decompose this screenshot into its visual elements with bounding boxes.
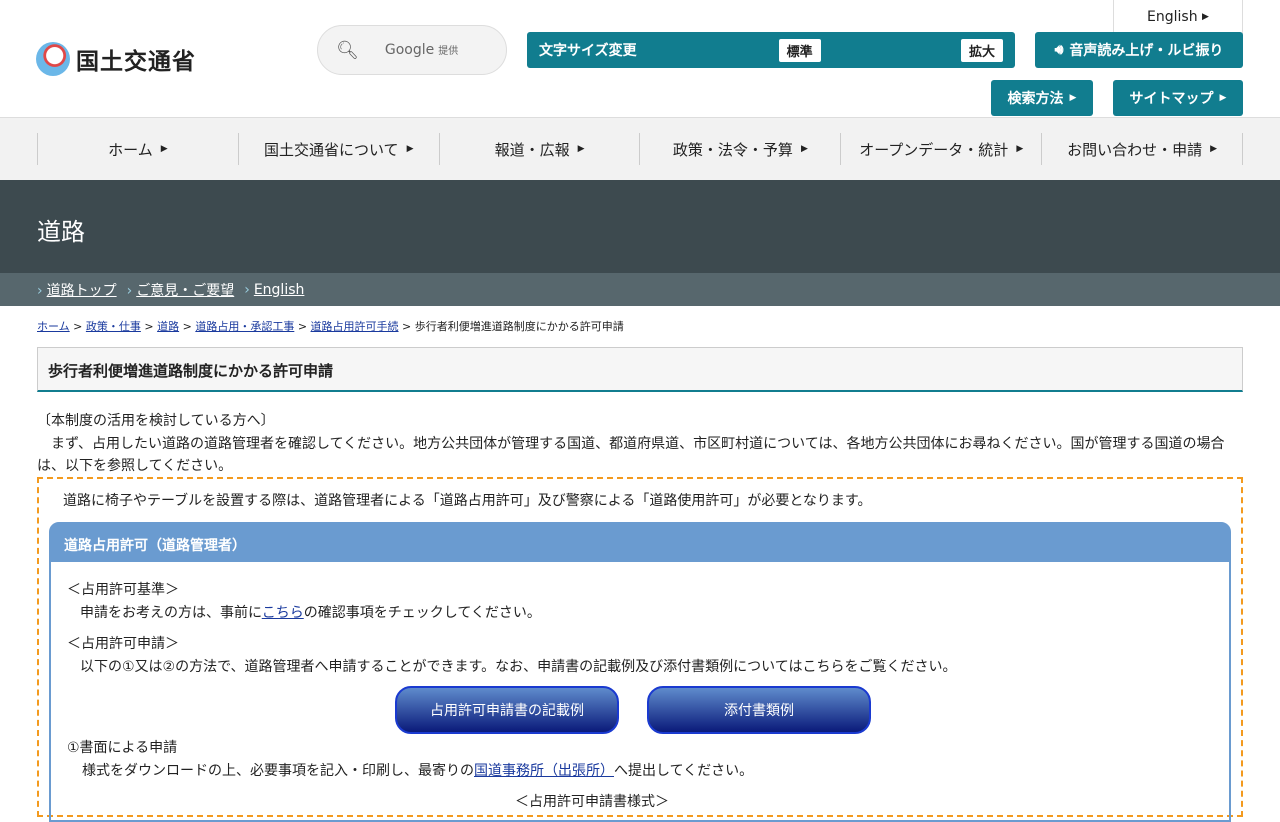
sitemap-button[interactable]: サイトマップ ▶ xyxy=(1113,80,1243,116)
search-method-button[interactable]: 検索方法 ▶ xyxy=(991,80,1093,116)
font-size-standard-button[interactable]: 標準 xyxy=(778,38,821,62)
triangle-right-icon: ▶ xyxy=(800,144,808,154)
text: の確認事項をチェックしてください。 xyxy=(303,605,541,621)
site-search[interactable]: 🔍︎ Google 提供 xyxy=(317,25,507,75)
logo-mark-icon xyxy=(36,42,70,76)
mlit-logo[interactable]: 国土交通省 xyxy=(36,42,196,76)
voice-label: 音声読み上げ・ルビ振り xyxy=(1069,43,1224,59)
apply-heading: ＜占用許可申請＞ xyxy=(67,636,179,652)
font-size-large-button[interactable]: 拡大 xyxy=(960,38,1003,62)
breadcrumb-link[interactable]: 道路占用許可手続 xyxy=(311,320,399,333)
panel-title: 道路占用許可（道路管理者） xyxy=(51,524,1229,562)
breadcrumb-link[interactable]: 政策・仕事 xyxy=(86,320,141,333)
text: 申請をお考えの方は、事前に xyxy=(80,605,262,621)
chevron-right-icon: › xyxy=(126,282,133,299)
font-size-label: 文字サイズ変更 xyxy=(539,43,637,59)
voice-ruby-button[interactable]: 🔊︎ 音声読み上げ・ルビ振り xyxy=(1035,32,1243,68)
english-link[interactable]: English ▶ xyxy=(1113,0,1243,34)
sitemap-label: サイトマップ xyxy=(1129,91,1214,107)
chevron-right-icon: › xyxy=(37,282,43,299)
nav-label: オープンデータ・統計 xyxy=(859,140,1009,159)
application-example-button[interactable]: 占用許可申請書の記載例 xyxy=(395,686,619,734)
text: へ提出してください。 xyxy=(614,763,754,779)
attachment-example-button[interactable]: 添付書類例 xyxy=(647,686,871,734)
criteria-heading: ＜占用許可基準＞ xyxy=(67,582,179,598)
feedback-link[interactable]: ご意見・ご要望 xyxy=(136,283,234,299)
road-top-link[interactable]: 道路トップ xyxy=(47,283,117,299)
nav-label: 政策・法令・予算 xyxy=(672,140,793,159)
nav-opendata[interactable]: オープンデータ・統計 ▶ xyxy=(840,133,1041,165)
nav-press[interactable]: 報道・広報 ▶ xyxy=(438,133,640,165)
nav-label: 国土交通省について xyxy=(264,140,399,159)
paper-text: 様式をダウンロードの上、必要事項を記入・印刷し、最寄りの国道事務所（出張所）へ提… xyxy=(82,760,753,780)
speaker-icon: 🔊︎ xyxy=(1054,42,1064,58)
criteria-link[interactable]: こちら xyxy=(262,605,304,621)
nav-label: ホーム xyxy=(108,140,153,159)
search-provided: 提供 xyxy=(438,46,459,57)
breadcrumb: ホーム > 政策・仕事 > 道路 > 道路占用・承認工事 > 道路占用許可手続 … xyxy=(37,320,624,333)
nav-home[interactable]: ホーム ▶ xyxy=(37,133,238,165)
search-provider: Google xyxy=(384,42,435,58)
triangle-right-icon: ▶ xyxy=(406,144,414,154)
search-method-label: 検索方法 xyxy=(1007,91,1064,107)
breadcrumb-link[interactable]: 道路 xyxy=(157,320,179,333)
nav-contact[interactable]: お問い合わせ・申請 ▶ xyxy=(1041,133,1243,165)
global-nav: ホーム ▶ 国土交通省について ▶ 報道・広報 ▶ 政策・法令・予算 ▶ オープンデータ… xyxy=(0,117,1280,180)
font-size-control: 文字サイズ変更 標準 拡大 xyxy=(527,32,1015,68)
triangle-right-icon: ▶ xyxy=(1210,144,1218,154)
notice-text: 道路に椅子やテーブルを設置する際は、道路管理者による「道路占用許可」及び警察によ… xyxy=(63,493,872,509)
triangle-right-icon: ▶ xyxy=(1202,11,1209,22)
triangle-right-icon: ▶ xyxy=(1069,93,1077,103)
text: 様式をダウンロードの上、必要事項を記入・印刷し、最寄りの xyxy=(82,763,474,779)
triangle-right-icon: ▶ xyxy=(577,144,585,154)
nav-policy[interactable]: 政策・法令・予算 ▶ xyxy=(639,133,840,165)
chevron-right-icon: › xyxy=(244,281,250,298)
nav-label: お問い合わせ・申請 xyxy=(1067,140,1203,159)
intro-heading: 〔本制度の活用を検討している方へ〕 xyxy=(37,413,275,429)
logo-text: 国土交通省 xyxy=(76,49,196,75)
page-title: 歩行者利便増進道路制度にかかる許可申請 xyxy=(37,347,1243,392)
forms-heading: ＜占用許可申請書様式＞ xyxy=(515,794,669,810)
office-link[interactable]: 国道事務所（出張所） xyxy=(474,763,614,779)
triangle-right-icon: ▶ xyxy=(160,144,168,154)
nav-label: 報道・広報 xyxy=(494,140,570,159)
section-title: 道路 xyxy=(0,180,1280,273)
triangle-right-icon: ▶ xyxy=(1016,144,1024,154)
breadcrumb-current: 歩行者利便増進道路制度にかかる許可申請 xyxy=(414,320,624,333)
breadcrumb-link[interactable]: 道路占用・承認工事 xyxy=(195,320,294,333)
triangle-right-icon: ▶ xyxy=(1219,93,1227,103)
section-links: › 道路トップ › ご意見・ご要望 › English xyxy=(0,273,1280,306)
intro-text: まず、占用したい道路の道路管理者を確認してください。地方公共団体が管理する国道、… xyxy=(37,436,1225,474)
paper-heading: ①書面による申請 xyxy=(67,740,178,756)
search-icon: 🔍︎ xyxy=(336,39,359,61)
breadcrumb-link[interactable]: ホーム xyxy=(37,320,70,333)
english-label: English xyxy=(1147,8,1198,25)
criteria-text: 申請をお考えの方は、事前にこちらの確認事項をチェックしてください。 xyxy=(80,602,541,622)
nav-about[interactable]: 国土交通省について ▶ xyxy=(237,133,439,165)
english-section-link[interactable]: English xyxy=(254,282,305,298)
apply-text: 以下の①又は②の方法で、道路管理者へ申請することができます。なお、申請書の記載例… xyxy=(80,659,957,675)
